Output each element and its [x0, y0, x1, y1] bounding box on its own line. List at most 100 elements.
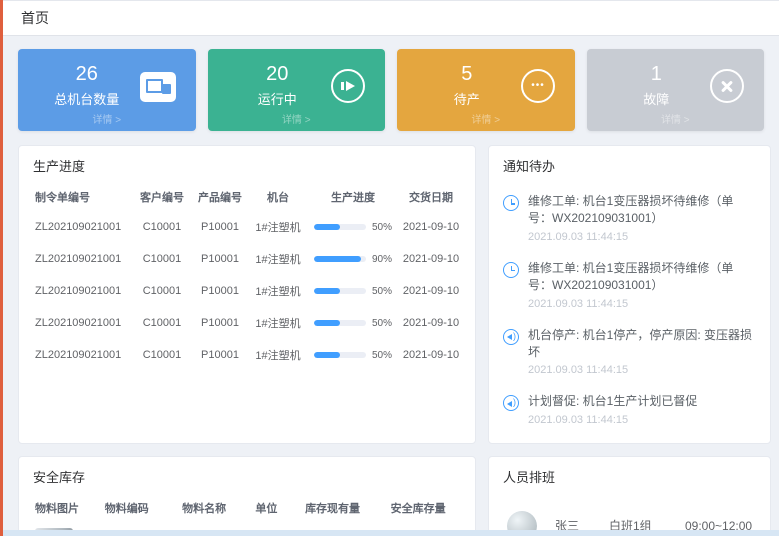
stat-value: 1	[603, 63, 711, 85]
progress-label: 90%	[372, 254, 392, 265]
progress-fill	[314, 256, 361, 262]
col-unit: 单位	[243, 494, 290, 522]
stat-detail-link[interactable]: 详情 >	[208, 111, 386, 131]
cell-progress: 50%	[307, 339, 399, 371]
cell-machine: 1#注塑机	[249, 211, 307, 243]
cell-customer-no: C10001	[133, 307, 191, 339]
cell-machine: 1#注塑机	[249, 339, 307, 371]
stat-value: 26	[34, 63, 140, 85]
tools-icon	[710, 69, 744, 103]
stat-card-main: 5 待产	[397, 60, 575, 111]
running-cycle-icon	[331, 69, 365, 103]
progress-bar: 50%	[309, 286, 397, 297]
stat-card-text: 1 故障	[603, 63, 711, 108]
notification-text: 维修工单: 机台1变压器损坏待维修（单号：WX202109031001）	[528, 193, 756, 228]
cell-order-no: ZL202109021001	[33, 211, 133, 243]
left-accent-strip	[0, 0, 3, 536]
production-row: ZL202109021001 C10001 P10001 1#注塑机	[33, 275, 463, 307]
notification-time: 2021.09.03 11:44:15	[528, 414, 697, 426]
dashboard-page: 首页 26 总机台数量 详情 > 20	[3, 0, 779, 536]
inventory-panel-title: 安全库存	[33, 467, 461, 486]
notification-item[interactable]: 计划督促: 机台1生产计划已督促 2021.09.03 11:44:15	[503, 385, 756, 434]
notification-item[interactable]: 机台停产: 机台1停产，停产原因: 变压器损坏 2021.09.03 11:44…	[503, 319, 756, 386]
col-machine: 机台	[249, 183, 307, 211]
main-content: 26 总机台数量 详情 > 20 运行中 详情 >	[3, 36, 779, 536]
notification-body: 机台停产: 机台1停产，停产原因: 变压器损坏 2021.09.03 11:44…	[528, 327, 756, 377]
top-header: 首页	[3, 0, 779, 36]
stat-cards: 26 总机台数量 详情 > 20 运行中 详情 >	[18, 49, 764, 131]
cell-product-no: P10001	[191, 339, 249, 371]
stat-label: 总机台数量	[34, 89, 140, 108]
notification-time: 2021.09.03 11:44:15	[528, 364, 756, 376]
progress-track	[314, 288, 366, 294]
cell-customer-no: C10001	[133, 275, 191, 307]
progress-label: 50%	[372, 350, 392, 361]
notification-body: 计划督促: 机台1生产计划已督促 2021.09.03 11:44:15	[528, 393, 697, 425]
notification-time: 2021.09.03 11:44:15	[528, 298, 756, 310]
cell-delivery-date: 2021-09-10	[399, 211, 463, 243]
stat-detail-link[interactable]: 详情 >	[397, 111, 575, 131]
notification-item[interactable]: 维修工单: 机台1变压器损坏待维修（单号：WX202109031001） 202…	[503, 185, 756, 252]
cell-progress: 50%	[307, 211, 399, 243]
cell-machine: 1#注塑机	[249, 243, 307, 275]
progress-fill	[314, 320, 340, 326]
progress-fill	[314, 352, 340, 358]
cell-progress: 90%	[307, 243, 399, 275]
cell-progress: 50%	[307, 307, 399, 339]
notification-body: 维修工单: 机台1变压器损坏待维修（单号：WX202109031001） 202…	[528, 260, 756, 310]
cell-product-no: P10001	[191, 275, 249, 307]
col-material-code: 物料编码	[88, 494, 165, 522]
notifications-panel-title: 通知待办	[503, 156, 756, 175]
stat-detail-link[interactable]: 详情 >	[18, 111, 196, 131]
cell-product-no: P10001	[191, 211, 249, 243]
progress-bar: 50%	[309, 318, 397, 329]
cell-order-no: ZL202109021001	[33, 243, 133, 275]
stat-value: 5	[413, 63, 521, 85]
cell-order-no: ZL202109021001	[33, 275, 133, 307]
cell-delivery-date: 2021-09-10	[399, 307, 463, 339]
panels-grid: 生产进度 制令单编号 客户编号 产品编号 机台 生产进度 交货日期	[18, 145, 764, 536]
stat-card[interactable]: 26 总机台数量 详情 >	[18, 49, 196, 131]
stat-detail-link[interactable]: 详情 >	[587, 111, 765, 131]
cell-customer-no: C10001	[133, 339, 191, 371]
col-product-no: 产品编号	[191, 183, 249, 211]
stat-card-text: 5 待产	[413, 63, 521, 108]
tab-home[interactable]: 首页	[21, 8, 49, 28]
stat-card-main: 26 总机台数量	[18, 60, 196, 111]
bottom-scrollbar-strip[interactable]	[3, 530, 779, 536]
production-row: ZL202109021001 C10001 P10001 1#注塑机	[33, 243, 463, 275]
stat-card[interactable]: 20 运行中 详情 >	[208, 49, 386, 131]
col-safety-qty: 安全库存量	[375, 494, 461, 522]
notification-text: 机台停产: 机台1停产，停产原因: 变压器损坏	[528, 327, 756, 362]
notification-time: 2021.09.03 11:44:15	[528, 231, 756, 243]
stat-card[interactable]: 1 故障 详情 >	[587, 49, 765, 131]
progress-bar: 90%	[309, 254, 397, 265]
progress-fill	[314, 224, 340, 230]
col-customer-no: 客户编号	[133, 183, 191, 211]
production-panel-title: 生产进度	[33, 156, 461, 175]
notification-text: 计划督促: 机台1生产计划已督促	[528, 393, 697, 410]
notification-body: 维修工单: 机台1变压器损坏待维修（单号：WX202109031001） 202…	[528, 193, 756, 243]
stat-label: 待产	[413, 89, 521, 108]
cell-product-no: P10001	[191, 307, 249, 339]
clock-icon	[503, 262, 519, 278]
stat-card-text: 26 总机台数量	[34, 63, 140, 108]
cell-machine: 1#注塑机	[249, 307, 307, 339]
cell-delivery-date: 2021-09-10	[399, 275, 463, 307]
progress-track	[314, 224, 366, 230]
notifications-panel: 通知待办 维修工单: 机台1变压器损坏待维修（单号：WX202109031001…	[488, 145, 771, 444]
ellipsis-icon	[521, 69, 555, 103]
col-material-image: 物料图片	[33, 494, 88, 522]
stat-label: 运行中	[224, 89, 332, 108]
clock-icon	[503, 195, 519, 211]
stat-card-main: 1 故障	[587, 60, 765, 111]
cell-customer-no: C10001	[133, 211, 191, 243]
schedule-panel: 人员排班 张三 白班1组 09:00~12:00 李四 白班2组 12:00~1…	[488, 456, 771, 536]
progress-bar: 50%	[309, 222, 397, 233]
production-header-row: 制令单编号 客户编号 产品编号 机台 生产进度 交货日期	[33, 183, 463, 211]
speaker-icon	[503, 329, 519, 345]
machine-icon	[140, 72, 176, 102]
stat-card[interactable]: 5 待产 详情 >	[397, 49, 575, 131]
notification-item[interactable]: 维修工单: 机台1变压器损坏待维修（单号：WX202109031001） 202…	[503, 252, 756, 319]
production-panel: 生产进度 制令单编号 客户编号 产品编号 机台 生产进度 交货日期	[18, 145, 476, 444]
